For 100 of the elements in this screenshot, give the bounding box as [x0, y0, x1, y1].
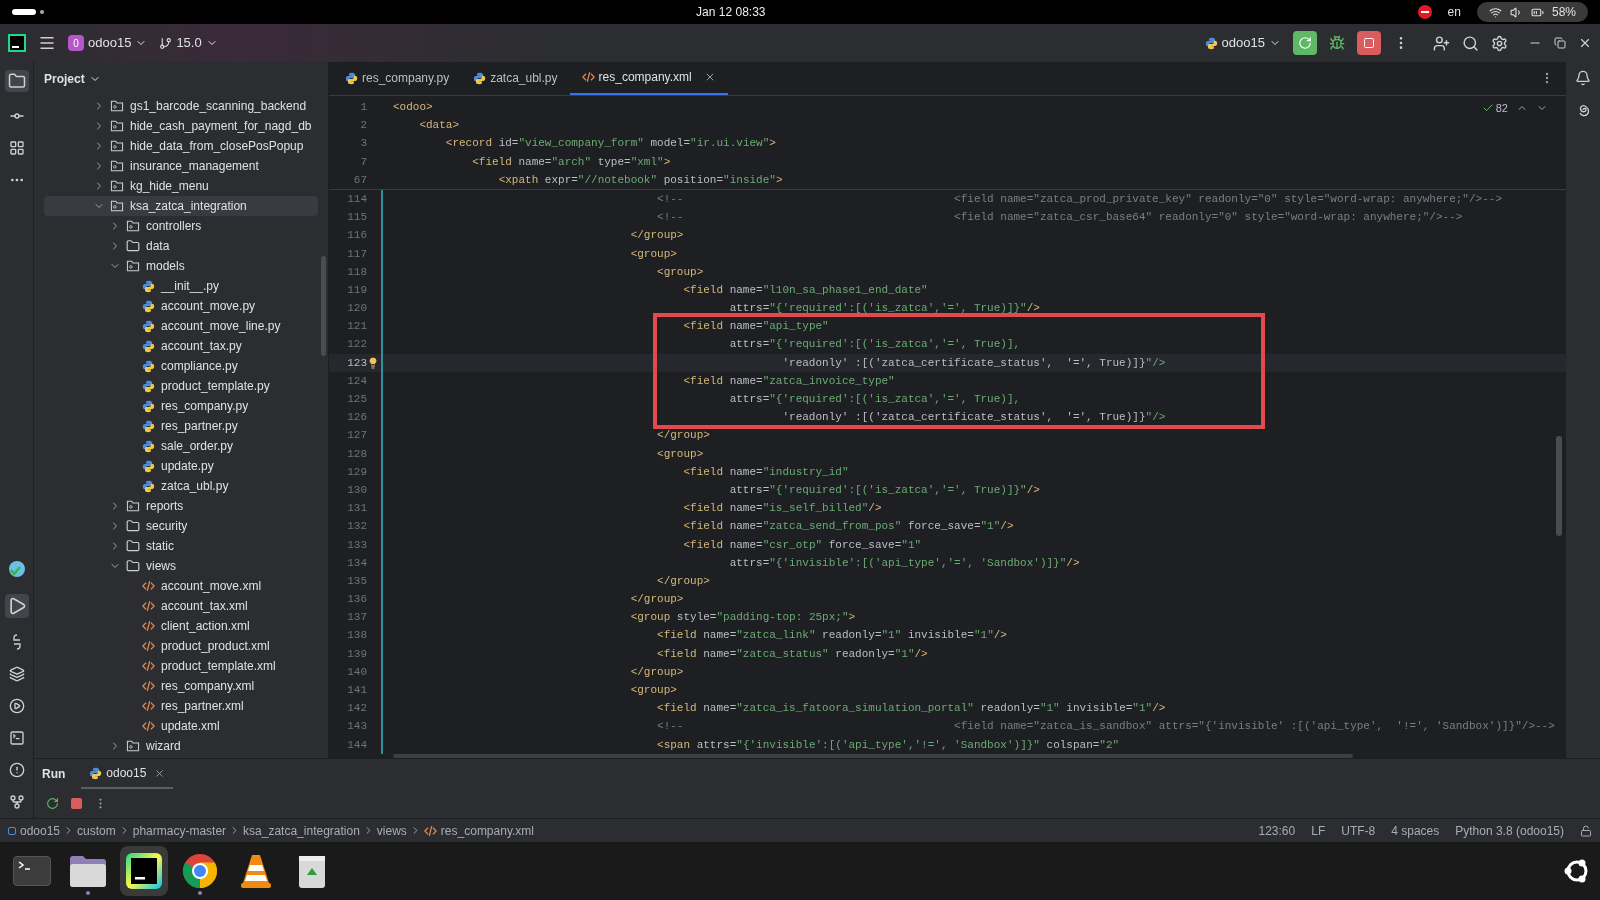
terminal-icon: [13, 856, 51, 886]
tree-item[interactable]: res_partner.py: [44, 416, 318, 436]
tree-item[interactable]: product_template.xml: [44, 656, 318, 676]
inspection-status[interactable]: 82: [1481, 100, 1508, 117]
breadcrumb[interactable]: pharmacy-master: [132, 821, 227, 840]
vertical-scrollbar[interactable]: [1556, 436, 1562, 536]
tree-item[interactable]: res_company.py: [44, 396, 318, 416]
breadcrumb[interactable]: odoo15: [8, 821, 61, 840]
editor-tab[interactable]: zatca_ubl.py: [461, 61, 570, 95]
tree-item[interactable]: account_tax.py: [44, 336, 318, 356]
tree-item[interactable]: kg_hide_menu: [44, 176, 318, 196]
mascot-icon[interactable]: [7, 560, 26, 578]
lightbulb-icon[interactable]: [367, 356, 379, 369]
add-user-icon[interactable]: [1433, 34, 1450, 52]
run-tab[interactable]: odoo15: [81, 759, 174, 789]
search-icon[interactable]: [1462, 34, 1479, 52]
line-separator[interactable]: LF: [1311, 821, 1326, 840]
code-icon: [423, 824, 437, 837]
terminal-icon[interactable]: [8, 730, 25, 746]
workspace-dropdown[interactable]: 0 odoo15: [68, 33, 148, 53]
tree-item[interactable]: account_move.py: [44, 296, 318, 316]
dock-item[interactable]: [120, 846, 168, 896]
interpreter-selector[interactable]: Python 3.8 (odoo15): [1455, 821, 1564, 840]
tool-window-title[interactable]: Project: [44, 70, 101, 88]
tree-item[interactable]: static: [44, 536, 318, 556]
breadcrumb[interactable]: ksa_zatca_integration: [243, 821, 360, 840]
code-line: <group>: [629, 683, 677, 698]
code-line: <field name="zatca_invoice_type": [682, 373, 895, 389]
tree-item[interactable]: zatca_ubl.py: [44, 476, 318, 496]
run-configuration-selector[interactable]: odoo15: [1204, 33, 1281, 53]
line-number: 123: [346, 355, 367, 371]
python-icon: [142, 439, 155, 453]
tree-item[interactable]: account_move_line.py: [44, 316, 318, 336]
tree-item[interactable]: update.py: [44, 456, 318, 476]
project-tool-icon[interactable]: [4, 70, 29, 92]
editor-tab[interactable]: res_company.xml: [569, 61, 728, 95]
scrollbar-thumb[interactable]: [321, 256, 326, 356]
tree-item[interactable]: models: [44, 256, 318, 276]
breadcrumb[interactable]: custom: [77, 821, 116, 840]
tree-item[interactable]: hide_cash_payment_for_nagd_db: [44, 116, 318, 136]
services-icon[interactable]: [8, 698, 25, 714]
tree-item[interactable]: reports: [44, 496, 318, 516]
tree-item[interactable]: __init__.py: [44, 276, 318, 296]
clock[interactable]: Jan 12 08:33: [696, 3, 766, 21]
problems-icon[interactable]: [8, 762, 25, 778]
tree-item[interactable]: product_template.py: [44, 376, 318, 396]
tree-item[interactable]: controllers: [44, 216, 318, 236]
editor-tab[interactable]: res_company.py: [333, 61, 462, 95]
tree-item[interactable]: account_tax.xml: [44, 596, 318, 616]
debug-icon[interactable]: [1329, 35, 1345, 51]
tree-item[interactable]: wizard: [44, 736, 318, 756]
tree-item[interactable]: insurance_management: [44, 156, 318, 176]
restore-icon[interactable]: [1554, 37, 1566, 49]
code-line: <span attrs="{'invisible':[('api_type','!=', 'Sandbox')]}" colspan="2": [656, 737, 1120, 753]
package-folder-icon: [110, 120, 124, 132]
run-tool-icon[interactable]: [4, 594, 29, 618]
indent-setting[interactable]: 4 spaces: [1391, 821, 1440, 840]
settings-icon[interactable]: [1491, 34, 1508, 52]
branch-selector[interactable]: 15.0: [159, 33, 218, 53]
breadcrumb[interactable]: res_company.xml: [423, 821, 534, 840]
code-line: attrs="{'required':[('is_zatca','=', True)],: [728, 337, 1021, 353]
python-icon: [142, 319, 155, 333]
structure-icon[interactable]: [8, 140, 25, 156]
tree-item[interactable]: ksa_zatca_integration: [44, 196, 318, 216]
layers-icon[interactable]: [8, 666, 25, 682]
tree-item[interactable]: hide_data_from_closePosPopup: [44, 136, 318, 156]
stop-icon[interactable]: [71, 798, 82, 809]
tree-item[interactable]: product_product.xml: [44, 636, 318, 656]
workspace-indicator[interactable]: [12, 9, 44, 15]
tree-item[interactable]: res_partner.xml: [44, 696, 318, 716]
tree-item[interactable]: security: [44, 516, 318, 536]
tree-item[interactable]: data: [44, 236, 318, 256]
tree-item[interactable]: account_move.xml: [44, 576, 318, 596]
close-icon[interactable]: [1578, 36, 1592, 50]
stop-button[interactable]: [1357, 31, 1381, 55]
line-number: 138: [346, 628, 367, 644]
lock-icon[interactable]: [1580, 824, 1592, 837]
notifications-icon[interactable]: [1575, 70, 1591, 86]
tree-item[interactable]: client_action.xml: [44, 616, 318, 636]
system-status-menu[interactable]: 58%: [1476, 2, 1588, 22]
tree-item[interactable]: compliance.py: [44, 356, 318, 376]
folder-icon: [69, 855, 107, 887]
menu-icon[interactable]: [38, 34, 56, 52]
rerun-icon[interactable]: [46, 797, 59, 810]
python-icon: [1204, 36, 1218, 50]
language-indicator[interactable]: en: [1447, 3, 1461, 21]
rerun-button[interactable]: [1293, 31, 1317, 55]
tree-item[interactable]: sale_order.py: [44, 436, 318, 456]
wifi-icon: [1488, 5, 1502, 19]
tree-item[interactable]: views: [44, 556, 318, 576]
file-encoding[interactable]: UTF-8: [1341, 821, 1376, 840]
cursor-position[interactable]: 123:60: [1258, 821, 1296, 840]
tree-item[interactable]: gs1_barcode_scanning_backend: [44, 96, 318, 116]
tree-item[interactable]: res_company.xml: [44, 676, 318, 696]
breadcrumb[interactable]: views: [376, 821, 407, 840]
code-icon: [142, 600, 155, 612]
git-icon[interactable]: [8, 794, 25, 810]
line-number: 119: [346, 282, 367, 298]
close-icon[interactable]: [154, 767, 166, 779]
tree-item[interactable]: update.xml: [44, 716, 318, 736]
